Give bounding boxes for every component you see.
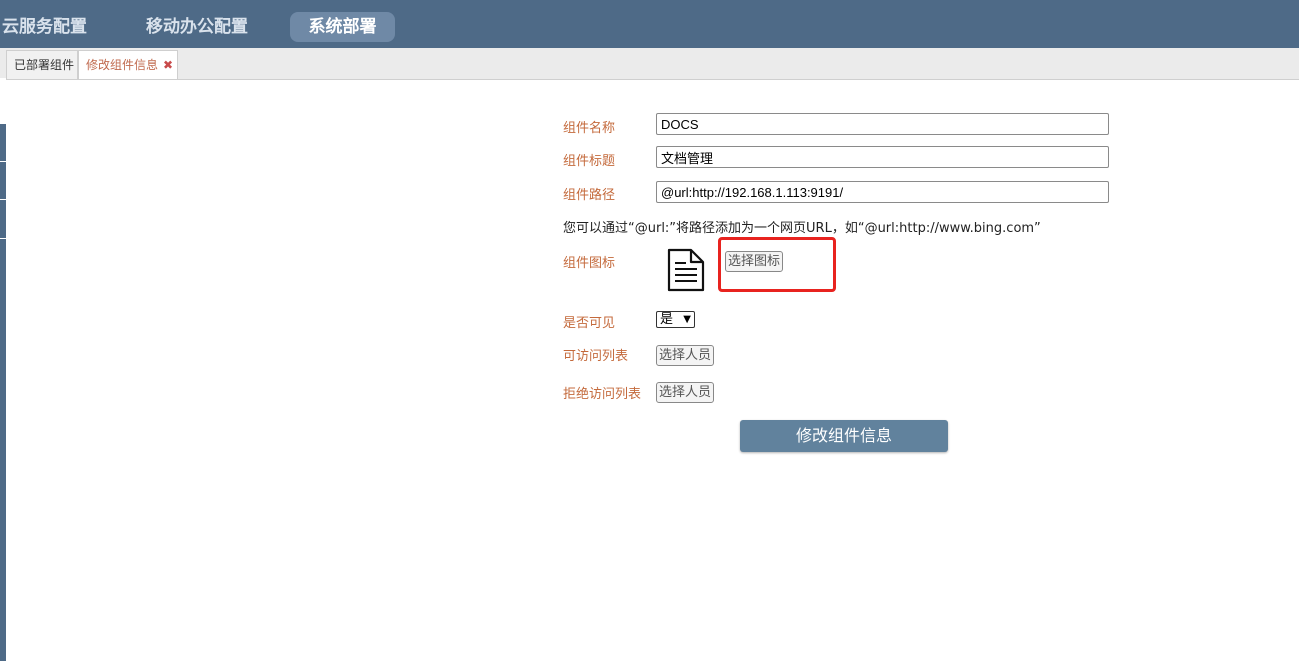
name-label: 组件名称 <box>563 121 616 136</box>
access-list-label: 可访问列表 <box>563 349 629 364</box>
path-label: 组件路径 <box>563 188 616 203</box>
nav-cloud-service-config[interactable]: 云服务配置 <box>2 12 87 42</box>
close-icon[interactable]: ✖ <box>163 51 173 80</box>
submit-edit-component-button[interactable]: 修改组件信息 <box>740 420 948 452</box>
choose-icon-button[interactable]: 选择图标 <box>725 251 784 272</box>
title-label: 组件标题 <box>563 154 616 169</box>
component-name-input[interactable] <box>656 113 1109 135</box>
document-icon <box>667 248 705 292</box>
deny-list-label: 拒绝访问列表 <box>563 387 642 402</box>
nav-mobile-office-config[interactable]: 移动办公配置 <box>146 12 248 42</box>
tab-deployed-components[interactable]: 已部署组件 <box>6 50 78 79</box>
top-nav-bar: 云服务配置 移动办公配置 系统部署 <box>0 0 1299 48</box>
path-hint-text: 您可以通过“@url:”将路径添加为一个网页URL，如“@url:http://… <box>563 221 1041 236</box>
component-title-input[interactable] <box>656 146 1109 168</box>
visible-label: 是否可见 <box>563 316 616 331</box>
chevron-down-icon: ▼ <box>683 314 691 325</box>
sidebar-divider <box>0 238 6 239</box>
sidebar-divider <box>0 199 6 200</box>
nav-system-deploy[interactable]: 系统部署 <box>290 12 395 42</box>
choose-access-users-button[interactable]: 选择人员 <box>656 345 715 366</box>
tab-strip: 已部署组件 修改组件信息 ✖ <box>0 48 1299 80</box>
sidebar-divider <box>0 161 6 162</box>
choose-deny-users-button[interactable]: 选择人员 <box>656 382 715 403</box>
tab-edit-label: 修改组件信息 <box>86 58 159 72</box>
sidebar-gap <box>0 78 6 124</box>
component-path-input[interactable] <box>656 181 1109 203</box>
tab-edit-component[interactable]: 修改组件信息 ✖ <box>78 50 178 79</box>
visible-select-value: 是 <box>660 312 674 327</box>
tab-deployed-label: 已部署组件 <box>14 58 75 72</box>
left-sidebar-strip <box>0 78 6 661</box>
visible-select[interactable]: 是 ▼ <box>656 311 695 328</box>
icon-label: 组件图标 <box>563 256 616 271</box>
